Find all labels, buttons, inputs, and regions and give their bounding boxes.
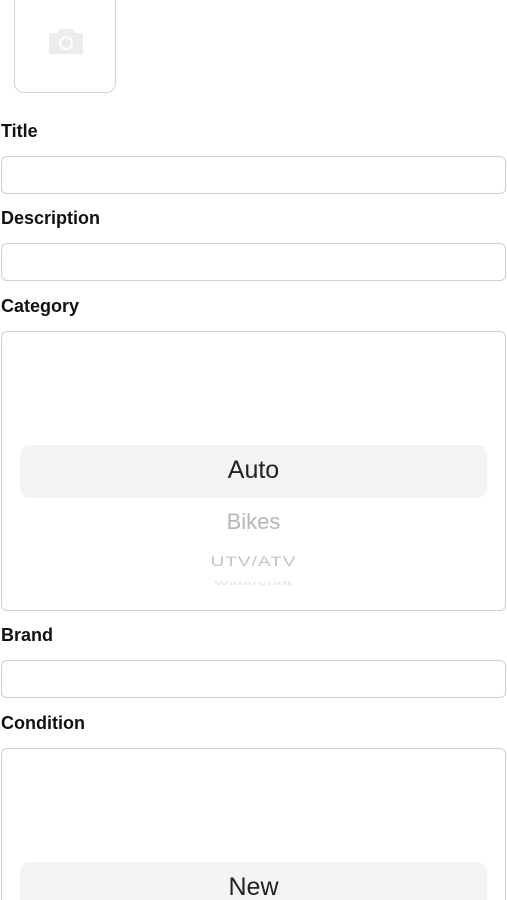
brand-label: Brand	[1, 625, 54, 645]
camera-icon	[49, 29, 83, 54]
title-label: Title	[1, 121, 38, 141]
title-input[interactable]	[1, 156, 506, 194]
category-picker[interactable]: Auto Bikes UTV/ATV Watercraft	[1, 331, 506, 611]
category-option-bikes[interactable]: Bikes	[2, 509, 505, 535]
category-option-auto[interactable]: Auto	[2, 456, 505, 485]
brand-input[interactable]	[1, 660, 506, 698]
category-label: Category	[1, 296, 80, 316]
condition-picker[interactable]: New	[1, 748, 506, 900]
description-input[interactable]	[1, 243, 506, 281]
description-label: Description	[1, 208, 101, 228]
condition-label: Condition	[1, 713, 85, 733]
condition-option-new[interactable]: New	[2, 873, 505, 900]
category-option-utv-atv[interactable]: UTV/ATV	[2, 554, 505, 571]
category-option-watercraft[interactable]: Watercraft	[2, 581, 505, 587]
add-photo-button[interactable]	[14, 0, 116, 93]
